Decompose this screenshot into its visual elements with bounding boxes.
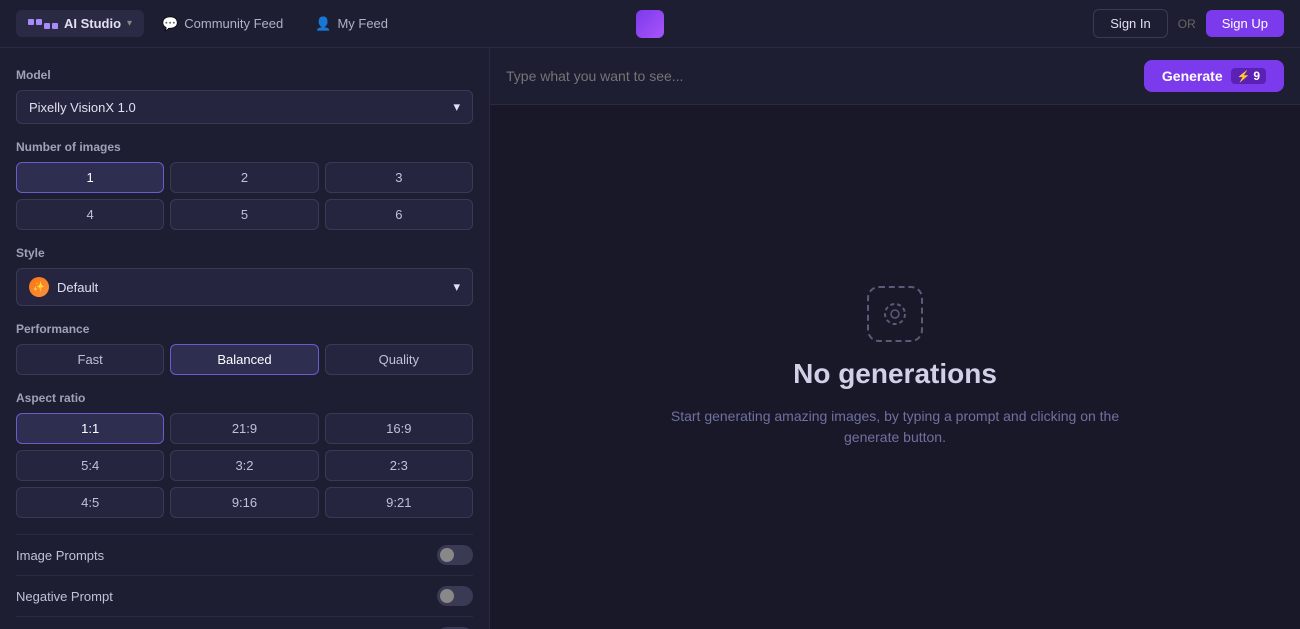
community-feed-link[interactable]: 💬 Community Feed bbox=[148, 10, 297, 38]
image-prompts-toggle[interactable] bbox=[437, 545, 473, 565]
person-icon: 👤 bbox=[315, 16, 331, 32]
num-btn-6[interactable]: 6 bbox=[325, 199, 473, 230]
seed-row: Seed bbox=[16, 616, 473, 629]
aspect-21-9[interactable]: 21:9 bbox=[170, 413, 318, 444]
prompt-bar: Generate ⚡ 9 bbox=[490, 48, 1300, 105]
community-feed-label: Community Feed bbox=[184, 16, 283, 31]
credits-count: 9 bbox=[1253, 69, 1260, 83]
aspect-9-21[interactable]: 9:21 bbox=[325, 487, 473, 518]
num-btn-4[interactable]: 4 bbox=[16, 199, 164, 230]
nav-left: AI Studio ▾ 💬 Community Feed 👤 My Feed bbox=[16, 10, 628, 38]
ai-studio-chevron: ▾ bbox=[127, 18, 132, 29]
aspect-2-3[interactable]: 2:3 bbox=[325, 450, 473, 481]
perf-balanced[interactable]: Balanced bbox=[170, 344, 318, 375]
num-btn-5[interactable]: 5 bbox=[170, 199, 318, 230]
model-chevron-icon: ▾ bbox=[453, 99, 460, 115]
empty-state: No generations Start generating amazing … bbox=[490, 105, 1300, 629]
my-feed-label: My Feed bbox=[337, 16, 388, 31]
aspect-5-4[interactable]: 5:4 bbox=[16, 450, 164, 481]
performance-group: Fast Balanced Quality bbox=[16, 344, 473, 375]
aspect-1-1[interactable]: 1:1 bbox=[16, 413, 164, 444]
aspect-16-9[interactable]: 16:9 bbox=[325, 413, 473, 444]
performance-label: Performance bbox=[16, 322, 473, 336]
style-section-label: Style bbox=[16, 246, 473, 260]
content-area: Generate ⚡ 9 No generations Start genera… bbox=[490, 48, 1300, 629]
generate-button[interactable]: Generate ⚡ 9 bbox=[1144, 60, 1284, 92]
num-btn-1[interactable]: 1 bbox=[16, 162, 164, 193]
num-btn-2[interactable]: 2 bbox=[170, 162, 318, 193]
image-prompts-label: Image Prompts bbox=[16, 548, 104, 563]
style-dropdown[interactable]: ✨ Default ▾ bbox=[16, 268, 473, 306]
negative-prompt-row: Negative Prompt bbox=[16, 575, 473, 616]
empty-state-icon bbox=[867, 286, 923, 342]
generate-badge: ⚡ 9 bbox=[1231, 68, 1266, 84]
ai-studio-label: AI Studio bbox=[64, 16, 121, 31]
model-value: Pixelly VisionX 1.0 bbox=[29, 100, 136, 115]
style-chevron-icon: ▾ bbox=[453, 279, 460, 295]
model-section-label: Model bbox=[16, 68, 473, 82]
empty-subtitle: Start generating amazing images, by typi… bbox=[665, 406, 1125, 448]
perf-fast[interactable]: Fast bbox=[16, 344, 164, 375]
style-value: Default bbox=[57, 280, 98, 295]
num-btn-3[interactable]: 3 bbox=[325, 162, 473, 193]
negative-prompt-label: Negative Prompt bbox=[16, 589, 113, 604]
num-images-grid: 1 2 3 4 5 6 bbox=[16, 162, 473, 230]
perf-quality[interactable]: Quality bbox=[325, 344, 473, 375]
top-nav: AI Studio ▾ 💬 Community Feed 👤 My Feed S… bbox=[0, 0, 1300, 48]
sidebar: Model Pixelly VisionX 1.0 ▾ Number of im… bbox=[0, 48, 490, 629]
num-images-label: Number of images bbox=[16, 140, 473, 154]
aspect-ratio-label: Aspect ratio bbox=[16, 391, 473, 405]
main-layout: Model Pixelly VisionX 1.0 ▾ Number of im… bbox=[0, 48, 1300, 629]
nav-center bbox=[636, 10, 664, 38]
style-icon: ✨ bbox=[29, 277, 49, 297]
lightning-icon: ⚡ bbox=[1237, 70, 1251, 83]
style-left: ✨ Default bbox=[29, 277, 98, 297]
generate-label: Generate bbox=[1162, 68, 1223, 84]
ai-studio-icon bbox=[28, 19, 58, 29]
app-logo bbox=[636, 10, 664, 38]
model-dropdown[interactable]: Pixelly VisionX 1.0 ▾ bbox=[16, 90, 473, 124]
aspect-9-16[interactable]: 9:16 bbox=[170, 487, 318, 518]
sign-in-button[interactable]: Sign In bbox=[1093, 9, 1167, 38]
aspect-ratio-grid: 1:1 21:9 16:9 5:4 3:2 2:3 4:5 9:16 9:21 bbox=[16, 413, 473, 518]
empty-title: No generations bbox=[793, 358, 997, 390]
prompt-input[interactable] bbox=[506, 68, 1132, 84]
aspect-3-2[interactable]: 3:2 bbox=[170, 450, 318, 481]
nav-right: Sign In OR Sign Up bbox=[672, 9, 1284, 38]
aspect-4-5[interactable]: 4:5 bbox=[16, 487, 164, 518]
image-prompts-row: Image Prompts bbox=[16, 534, 473, 575]
or-text: OR bbox=[1178, 17, 1196, 31]
ai-studio-nav[interactable]: AI Studio ▾ bbox=[16, 10, 144, 37]
sign-up-button[interactable]: Sign Up bbox=[1206, 10, 1284, 37]
negative-prompt-toggle[interactable] bbox=[437, 586, 473, 606]
my-feed-link[interactable]: 👤 My Feed bbox=[301, 10, 402, 38]
community-icon: 💬 bbox=[162, 16, 178, 32]
